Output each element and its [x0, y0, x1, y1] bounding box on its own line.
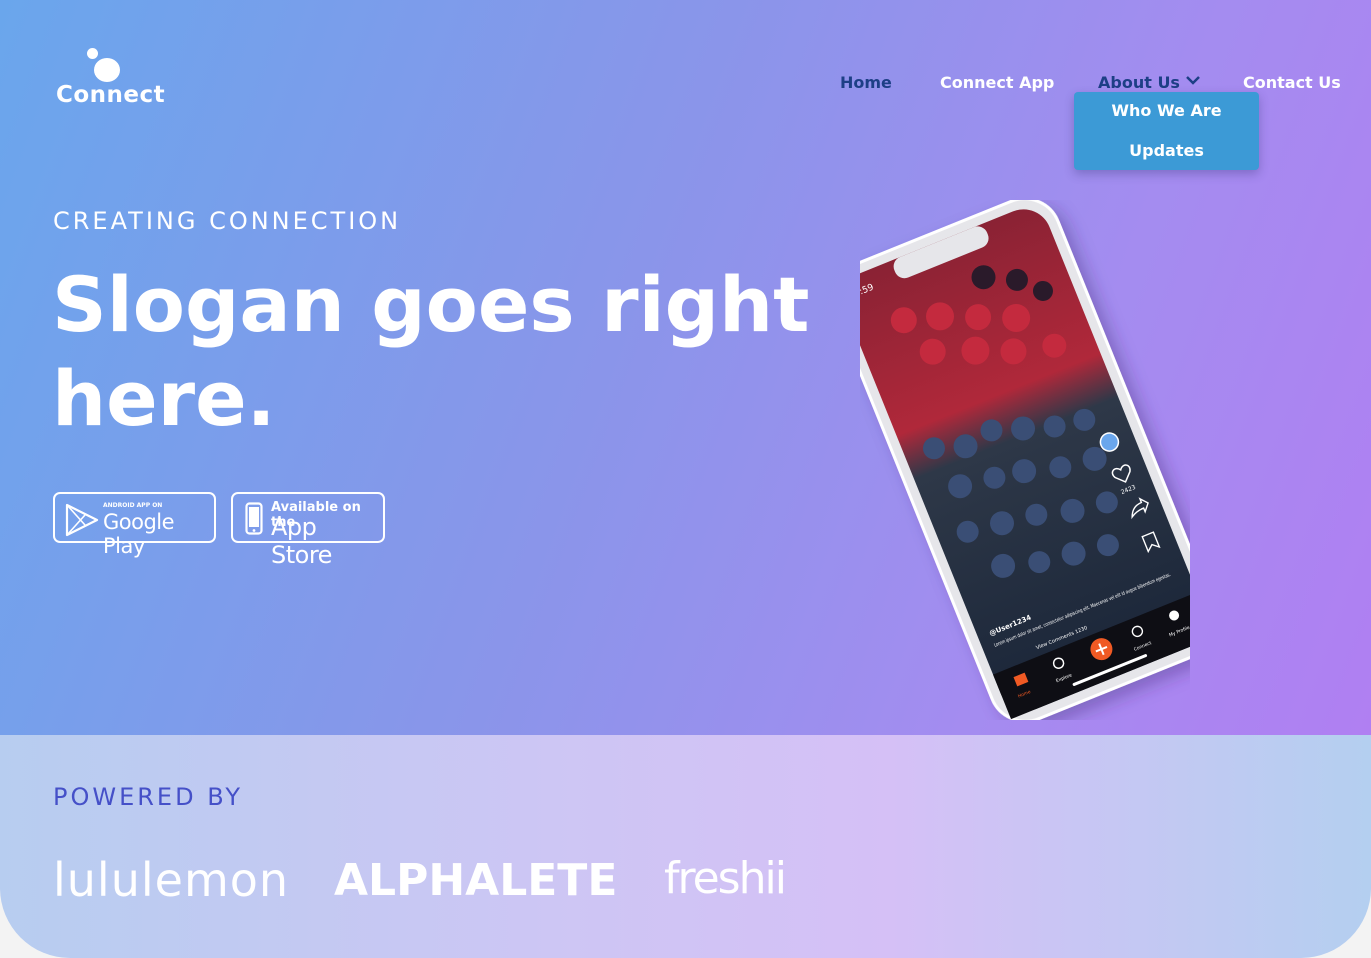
dropdown-item-who-we-are[interactable]: Who We Are — [1074, 101, 1259, 120]
hero-eyebrow: CREATING CONNECTION — [53, 207, 402, 235]
brand-alphalete: ALPHALETE — [334, 855, 618, 906]
logo-text: Connect — [56, 82, 166, 108]
google-play-button[interactable]: ANDROID APP ON Google Play — [53, 492, 216, 558]
logo-dot-small — [87, 48, 98, 59]
brand-freshii: freshii — [664, 853, 787, 904]
google-play-icon — [65, 503, 99, 537]
chevron-down-icon — [1186, 76, 1200, 85]
powered-by-section: POWERED BY lululemon ALPHALETE freshii — [0, 735, 1371, 958]
logo-dot-large — [94, 58, 120, 82]
nav-connect-app[interactable]: Connect App — [940, 73, 1054, 92]
brand-lululemon: lululemon — [53, 853, 290, 907]
connect-logo[interactable]: Connect — [56, 46, 165, 112]
app-store-text: App Store — [271, 513, 332, 569]
nav-about-us-label: About Us — [1098, 73, 1180, 92]
app-store-button[interactable]: Available on the App Store — [231, 492, 385, 569]
nav-about-us[interactable]: About Us — [1098, 73, 1200, 92]
about-us-dropdown: Who We Are Updates — [1074, 92, 1259, 170]
google-play-text: Google Play — [103, 510, 175, 558]
hero-slogan: Slogan goes right here. — [52, 260, 810, 443]
hero-section: Connect Home Connect App About Us Contac… — [0, 0, 1371, 735]
google-play-small-text: ANDROID APP ON — [103, 502, 163, 509]
phone-mockup: 9:59 2423 @User1234 Lorem ipsum dolor si… — [831, 197, 1219, 723]
dropdown-item-updates[interactable]: Updates — [1074, 141, 1259, 160]
nav-home[interactable]: Home — [840, 73, 892, 92]
phone-icon — [245, 502, 263, 535]
powered-by-label: POWERED BY — [53, 783, 244, 811]
nav-contact-us[interactable]: Contact Us — [1243, 73, 1341, 92]
